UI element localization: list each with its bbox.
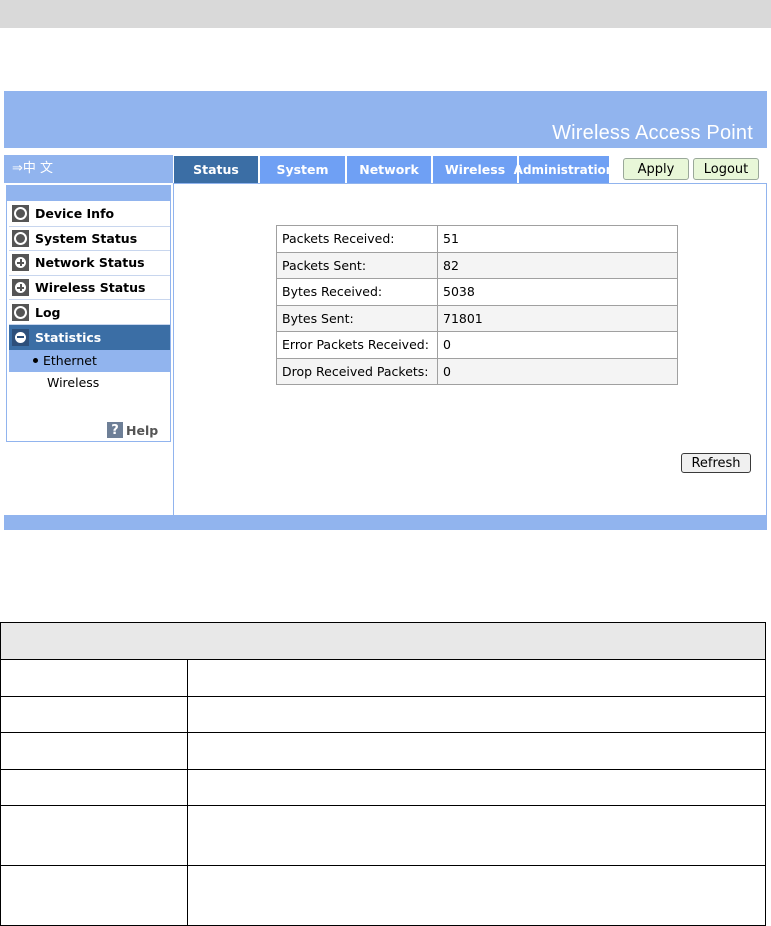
logout-button[interactable]: Logout [693,158,759,180]
language-switch-link[interactable]: ⇒中 文 [12,157,53,176]
sidebar-header [7,186,170,201]
sidebar-item-wireless-status[interactable]: Wireless Status [9,276,170,301]
table-row [0,696,766,733]
tab-system[interactable]: System [260,156,345,183]
stat-value: 5038 [437,278,678,306]
sidebar-subitem-label: Wireless [47,375,100,391]
table-row: Drop Received Packets: 0 [276,357,678,385]
sidebar-item-network-status[interactable]: Network Status [9,251,170,276]
circle-icon [12,205,29,223]
sidebar-item-label: Statistics [35,329,102,345]
table-row [0,769,766,806]
sidebar-item-label: Network Status [35,255,145,271]
sidebar-item-label: Log [35,304,61,320]
help-link[interactable]: ? Help [107,422,158,438]
document-table [0,622,766,926]
sidebar-item-label: System Status [35,230,138,246]
main-navigation: Status System Network Wireless Administr… [173,155,767,183]
stat-label: Drop Received Packets: [276,357,438,385]
stat-label: Bytes Sent: [276,304,438,332]
minus-icon [12,328,29,346]
table-row: Bytes Received: 5038 [276,278,678,306]
tab-network[interactable]: Network [347,156,431,183]
stat-value: 0 [437,357,678,385]
statistics-table: Packets Received: 51 Packets Sent: 82 By… [276,225,678,385]
plus-icon [12,254,29,272]
header-banner: Wireless Access Point [4,91,767,149]
stat-label: Bytes Received: [276,278,438,306]
sidebar-item-device-info[interactable]: Device Info [9,202,170,227]
sidebar: Device Info System Status Network Status… [6,185,171,442]
stat-value: 71801 [437,304,678,332]
stat-label: Error Packets Received: [276,331,438,359]
sidebar-item-statistics[interactable]: Statistics [9,324,170,350]
stat-label: Packets Received: [276,225,438,253]
table-row [0,732,766,770]
stat-label: Packets Sent: [276,251,438,279]
stat-value: 51 [437,225,678,253]
stat-value: 0 [437,331,678,359]
sidebar-item-label: Wireless Status [35,280,146,296]
bullet-icon [33,358,38,364]
apply-button[interactable]: Apply [623,158,689,180]
refresh-button[interactable]: Refresh [681,453,751,473]
table-row [0,805,766,866]
table-row: Packets Sent: 82 [276,251,678,279]
footer-bar [4,515,767,530]
plus-icon [12,279,29,297]
sidebar-item-label: Device Info [35,206,115,222]
table-row: Packets Received: 51 [276,225,678,253]
sidebar-subitem-wireless[interactable]: Wireless [9,372,170,394]
help-label: Help [126,422,159,438]
help-icon: ? [107,422,123,438]
product-title: Wireless Access Point [552,122,753,144]
document-top-bar [0,0,771,28]
circle-icon [12,303,29,321]
table-row [0,659,766,697]
table-row [0,865,766,926]
sidebar-item-system-status[interactable]: System Status [9,227,170,252]
sidebar-menu: Device Info System Status Network Status… [9,202,170,394]
sidebar-item-log[interactable]: Log [9,300,170,325]
stat-value: 82 [437,251,678,279]
table-header-row [0,622,766,660]
language-bar: ⇒中 文 [4,155,173,183]
router-web-ui: Wireless Access Point ⇒中 文 Status System… [4,91,767,530]
sidebar-subitem-ethernet[interactable]: Ethernet [9,349,170,372]
tab-wireless[interactable]: Wireless [433,156,517,183]
tab-administration[interactable]: Administration [514,156,614,183]
table-row: Bytes Sent: 71801 [276,304,678,332]
table-row: Error Packets Received: 0 [276,331,678,359]
sidebar-subitem-label: Ethernet [43,353,97,369]
circle-icon [12,229,29,247]
tab-status[interactable]: Status [174,156,258,183]
